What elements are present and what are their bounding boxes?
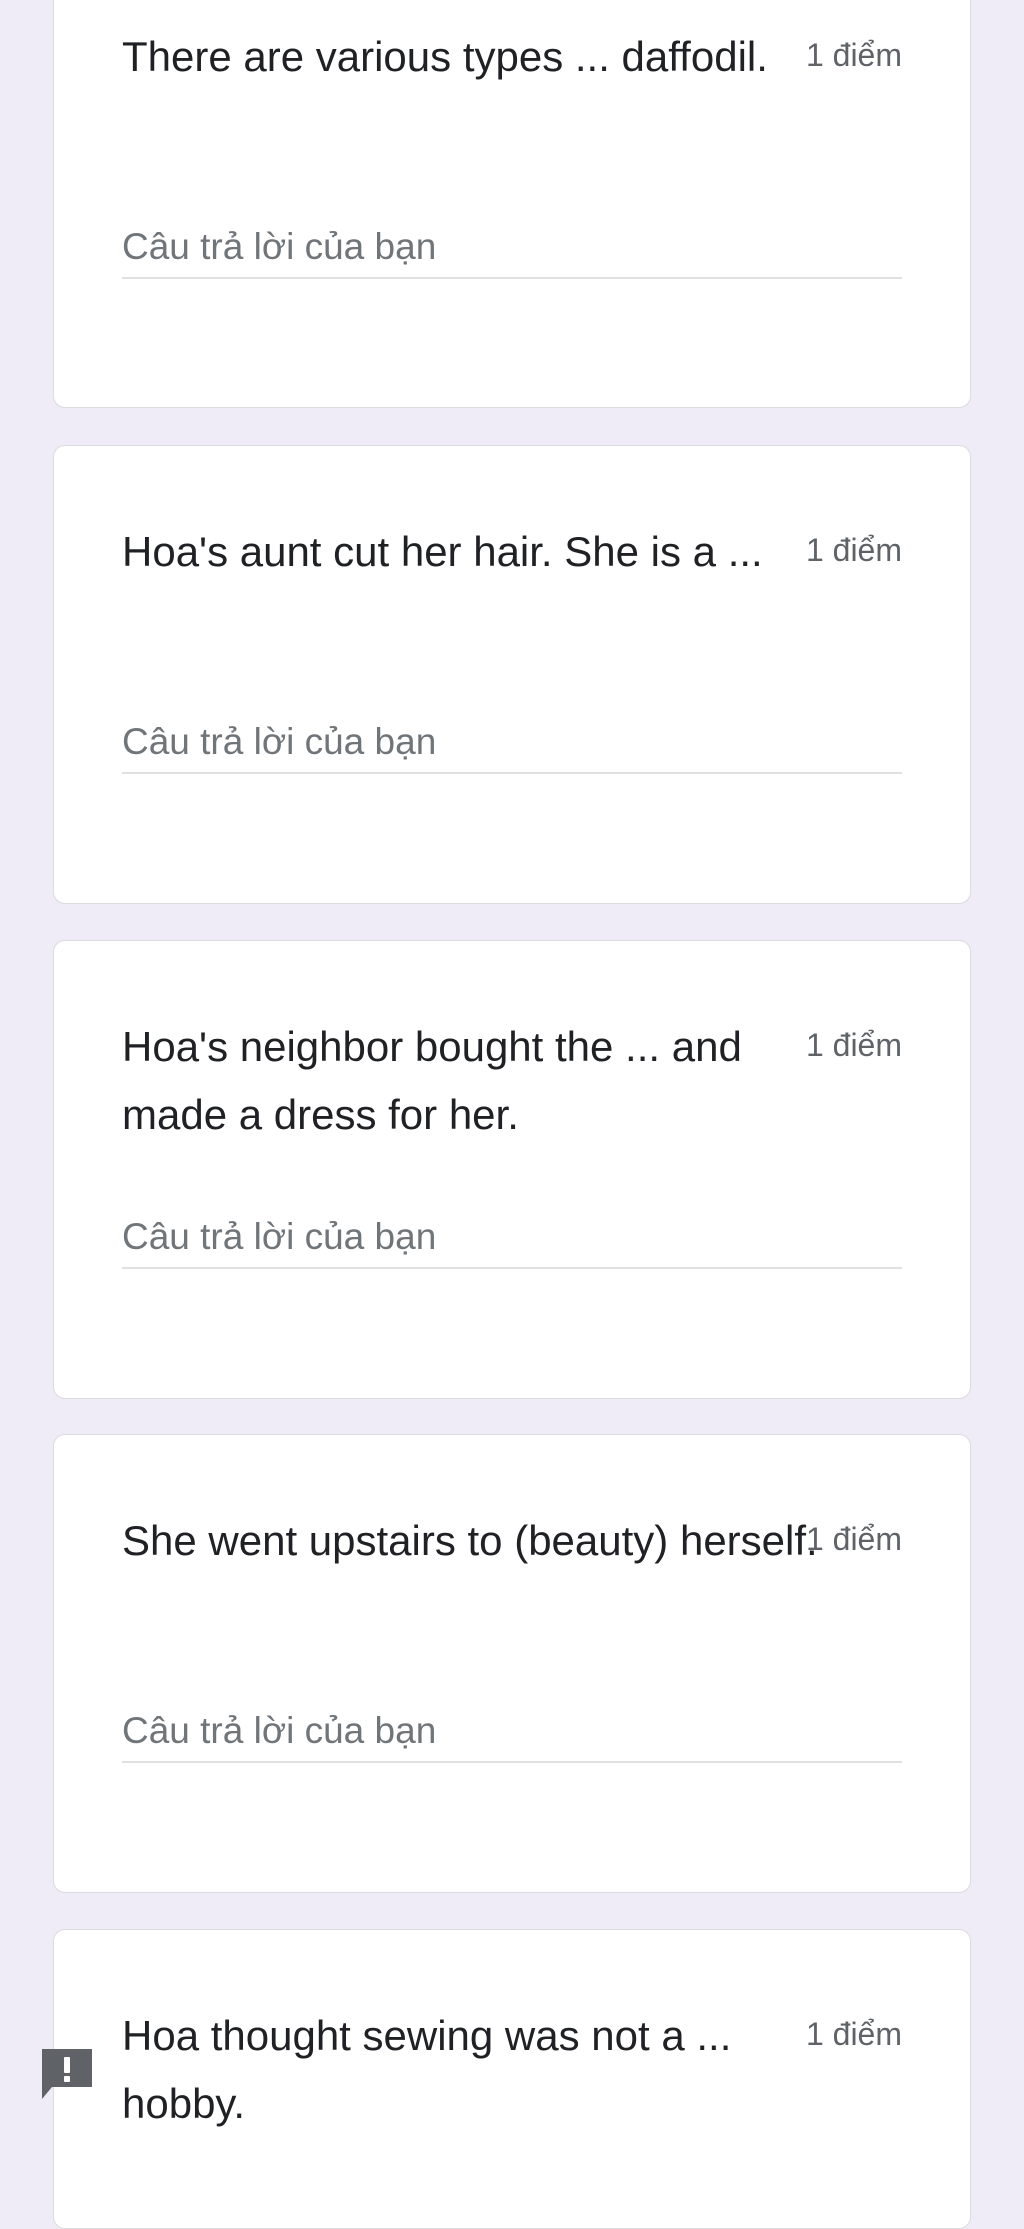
question-points: 1 điểm xyxy=(805,1027,902,1063)
question-card: Hoa's aunt cut her hair. She is a ... 1 … xyxy=(53,445,971,904)
question-text: Hoa's aunt cut her hair. She is a ... xyxy=(122,528,763,575)
question-card: Hoa's neighbor bought the ... and made a… xyxy=(53,940,971,1399)
answer-input[interactable] xyxy=(122,1207,902,1269)
report-feedback-icon xyxy=(42,2049,92,2099)
answer-input[interactable] xyxy=(122,712,902,774)
question-text: Hoa thought sewing was not a ... hobby. xyxy=(122,2012,732,2127)
answer-input[interactable] xyxy=(122,1701,902,1763)
question-text: She went upstairs to (beauty) herself. xyxy=(122,1517,818,1564)
answer-input[interactable] xyxy=(122,217,902,279)
question-points: 1 điểm xyxy=(805,532,902,568)
question-text: Hoa's neighbor bought the ... and made a… xyxy=(122,1023,742,1138)
question-card: She went upstairs to (beauty) herself. 1… xyxy=(53,1434,971,1893)
question-card: There are various types ... daffodil. 1 … xyxy=(53,0,971,408)
question-text: There are various types ... daffodil. xyxy=(122,33,768,80)
question-points: 1 điểm xyxy=(805,37,902,73)
question-points: 1 điểm xyxy=(805,1521,902,1557)
report-feedback-button[interactable] xyxy=(38,2045,96,2101)
question-card: Hoa thought sewing was not a ... hobby. … xyxy=(53,1929,971,2229)
question-points: 1 điểm xyxy=(805,2016,902,2052)
